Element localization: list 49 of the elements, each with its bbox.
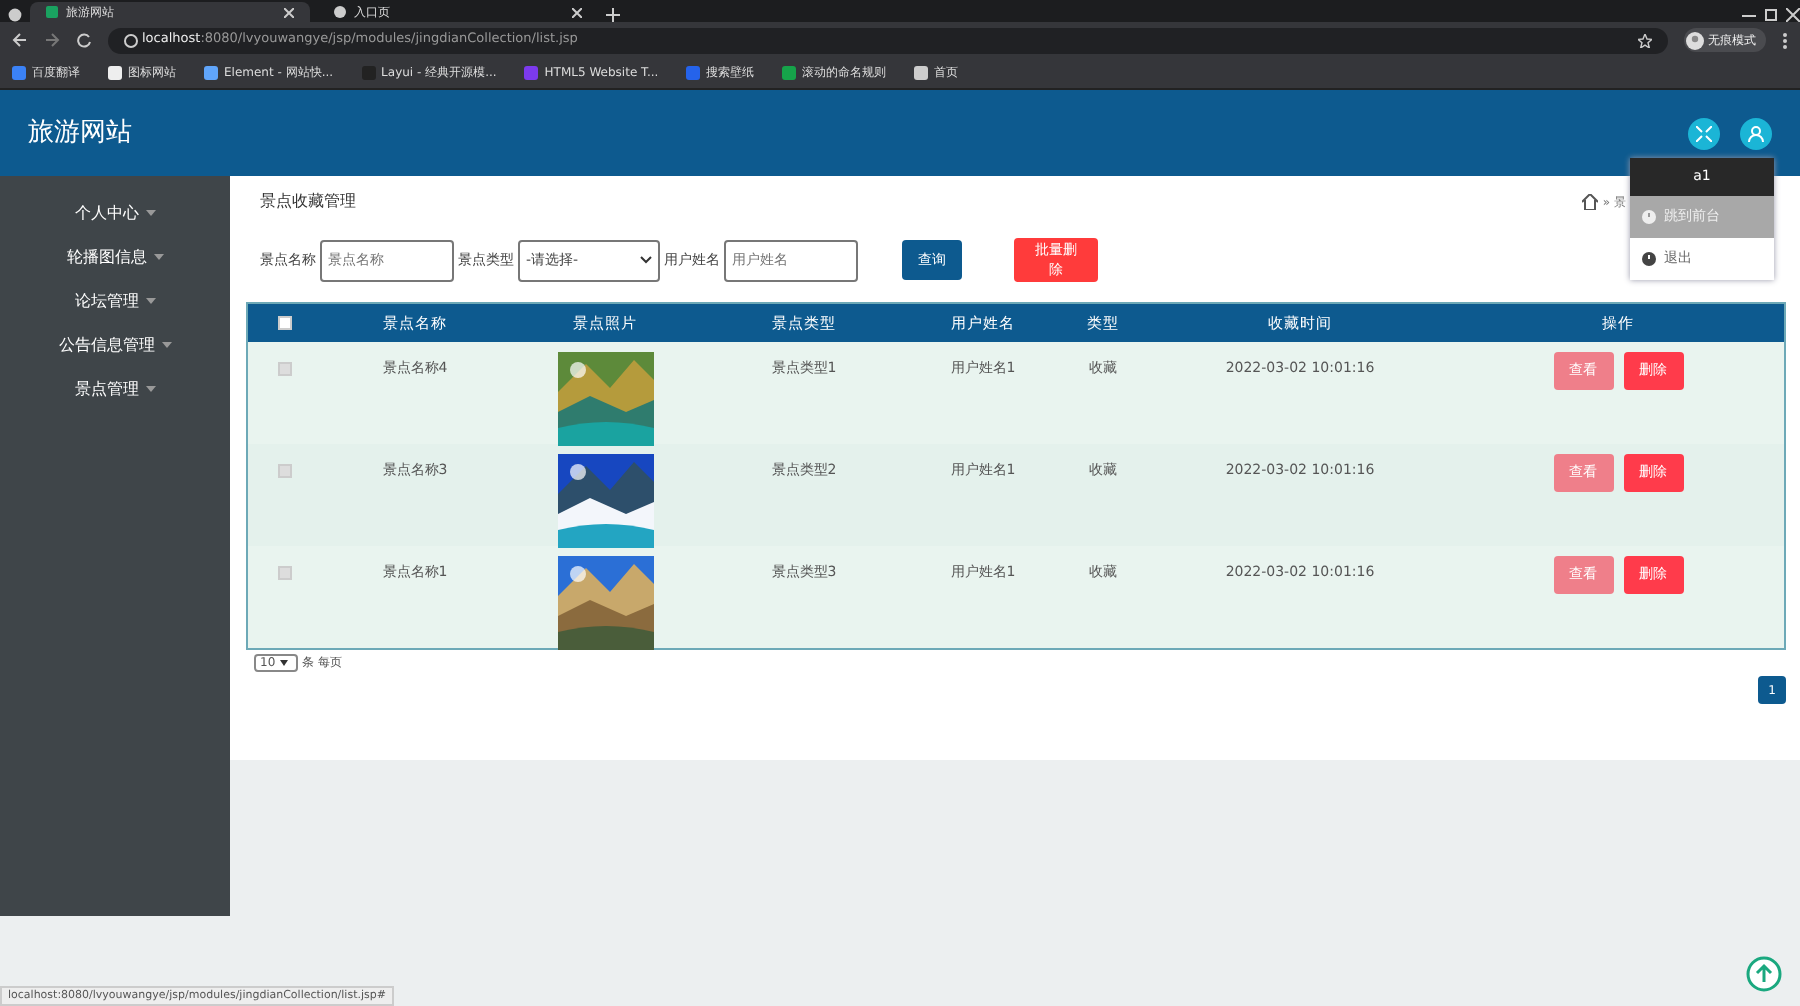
- close-icon[interactable]: [1786, 8, 1800, 22]
- caret-icon: [145, 386, 155, 393]
- bookmark-icon: [914, 66, 929, 80]
- bookmark-icon: [204, 66, 218, 80]
- avatar-icon: [1686, 31, 1704, 49]
- bookmark-icon: [686, 66, 701, 80]
- caret-icon: [145, 298, 155, 305]
- bookmark-icon: [524, 66, 539, 80]
- page-title: 景点收藏管理: [260, 190, 356, 214]
- forward-icon[interactable]: [44, 32, 60, 48]
- row-checkbox[interactable]: [277, 566, 291, 580]
- site-title: 旅游网站: [28, 115, 134, 152]
- user-button[interactable]: [1740, 117, 1772, 149]
- sidebar-item[interactable]: 公告信息管理: [0, 324, 230, 368]
- sidebar-item[interactable]: 轮播图信息: [0, 236, 230, 280]
- user-icon: [1748, 125, 1764, 141]
- reload-icon[interactable]: [76, 32, 92, 48]
- chevron-icon: [640, 256, 652, 264]
- sidebar-item[interactable]: 个人中心: [0, 192, 230, 236]
- power-icon: [1642, 210, 1656, 224]
- bookmark-icon: [108, 66, 122, 80]
- expand-icon: [1696, 125, 1712, 141]
- plus-icon[interactable]: [606, 8, 620, 22]
- scroll-top-icon[interactable]: [1746, 956, 1782, 992]
- sidebar-item[interactable]: 景点管理: [0, 368, 230, 412]
- close-icon[interactable]: [572, 7, 582, 17]
- globe-icon: [334, 6, 346, 18]
- select-all-checkbox[interactable]: [277, 316, 291, 330]
- bookmark-icon: [782, 66, 797, 80]
- home-icon[interactable]: [1582, 194, 1599, 210]
- star-icon[interactable]: [1638, 33, 1652, 47]
- bookmark-icon: [12, 66, 26, 80]
- caret-icon: [145, 210, 155, 217]
- sidebar-item[interactable]: 论坛管理: [0, 280, 230, 324]
- row-checkbox[interactable]: [277, 464, 291, 478]
- app-icon: [46, 6, 58, 18]
- caret-icon: [161, 342, 171, 349]
- power-icon: [1642, 252, 1656, 266]
- info-icon: [124, 33, 138, 47]
- chevron-icon: [279, 660, 288, 666]
- close-icon[interactable]: [284, 7, 294, 17]
- restore-icon[interactable]: [1764, 8, 1778, 22]
- fullscreen-button[interactable]: [1688, 117, 1720, 149]
- more-icon[interactable]: [1782, 31, 1788, 49]
- row-checkbox[interactable]: [277, 362, 291, 376]
- globe-icon[interactable]: [8, 8, 22, 22]
- back-icon[interactable]: [12, 32, 28, 48]
- caret-icon: [153, 254, 163, 261]
- bookmark-icon: [361, 66, 376, 80]
